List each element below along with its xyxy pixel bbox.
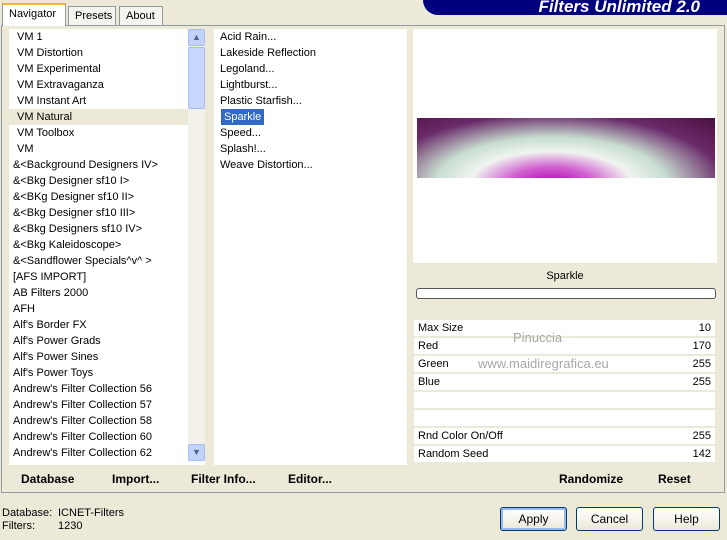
parameter-value: 10 [698,322,711,334]
filters-count-label: Filters: [2,520,35,532]
parameter-label: Rnd Color On/Off [418,430,503,442]
filter-item[interactable]: Plastic Starfish... [214,93,407,109]
scroll-thumb[interactable] [188,47,205,109]
category-item[interactable]: Alf's Power Toys [9,365,205,381]
category-item[interactable]: &<Bkg Designer sf10 III> [9,205,205,221]
filter-item-label: Lakeside Reflection [220,47,317,59]
filter-item-label: Acid Rain... [220,31,277,43]
parameter-slider[interactable]: Max Size 10 [414,320,715,336]
parameter-value: 170 [692,340,711,352]
category-item[interactable]: Andrew's Filter Collection 58 [9,413,205,429]
category-item[interactable]: &<Sandflower Specials^v^ > [9,253,205,269]
category-item[interactable]: VM Experimental [9,61,205,77]
category-item[interactable]: &<Bkg Kaleidoscope> [9,237,205,253]
category-item[interactable]: Andrew's Filter Collection 57 [9,397,205,413]
reset-button[interactable]: Reset [658,472,691,486]
category-item[interactable]: &<BKg Designer sf10 II> [9,189,205,205]
tab-navigator[interactable]: Navigator [2,3,66,26]
filter-item-label: Splash!... [220,143,266,155]
randomize-button[interactable]: Randomize [559,472,623,486]
filter-item-label: Plastic Starfish... [220,95,302,107]
filter-item[interactable]: Acid Rain... [214,29,407,45]
parameter-slider[interactable] [414,392,715,408]
parameter-label: Max Size [418,322,464,334]
filter-item-label: Speed... [220,127,261,139]
editor-button[interactable]: Editor... [288,472,332,486]
preview-image [417,118,715,178]
help-button[interactable]: Help [653,507,720,531]
database-button[interactable]: Database [21,472,74,486]
parameter-label: Blue [418,376,441,388]
parameter-label: Green [418,358,449,370]
filter-item[interactable]: Lightburst... [214,77,407,93]
filter-item[interactable]: Sparkle [214,109,407,125]
filter-item-label: Legoland... [220,63,275,75]
filter-list[interactable]: Acid Rain... Lakeside Reflection Legoland.… [214,29,407,465]
category-list[interactable]: VM 1 VM Distortion VM Experimental VM Extra… [9,29,205,465]
category-item[interactable]: &<Background Designers IV> [9,157,205,173]
parameter-value: 255 [692,376,711,388]
parameter-slider[interactable]: Blue 255 [414,374,715,390]
progress-bar [416,288,716,299]
filter-name-label: Sparkle [546,270,584,282]
parameter-slider[interactable]: Red 170 [414,338,715,354]
filters-count-value: 1230 [58,520,83,532]
category-item[interactable]: Andrew's Filter Collection 56 [9,381,205,397]
parameter-label: Red [418,340,439,352]
database-label: Database: [2,507,53,519]
parameter-label: Random Seed [418,448,489,460]
scroll-down-icon[interactable]: ▼ [188,444,205,461]
parameter-slider[interactable]: Random Seed 142 [414,446,715,462]
filter-item[interactable]: Lakeside Reflection [214,45,407,61]
database-value: ICNET-Filters [58,507,124,519]
tab-presets[interactable]: Presets [68,6,116,26]
parameter-slider[interactable]: Rnd Color On/Off 255 [414,428,715,444]
filter-item-label: Weave Distortion... [220,159,313,171]
category-item[interactable]: VM Instant Art [9,93,205,109]
category-item[interactable]: &<Bkg Designer sf10 I> [9,173,205,189]
preview-area [413,29,717,263]
parameter-value: 255 [692,358,711,370]
category-item[interactable]: VM 1 [9,29,205,45]
category-item[interactable]: VM [9,141,205,157]
category-item[interactable]: Andrew's Filter Collection 62 [9,445,205,461]
filter-item-label: Sparkle [221,109,265,125]
category-item[interactable]: Andrew's Filter Collection 60 [9,429,205,445]
category-scrollbar[interactable]: ▲ ▼ [188,29,205,461]
app-title-banner: Filters Unlimited 2.0 [423,0,727,15]
category-item[interactable]: Alf's Power Sines [9,349,205,365]
scroll-up-icon[interactable]: ▲ [188,29,205,46]
apply-button[interactable]: Apply [500,507,567,531]
parameter-slider[interactable] [414,410,715,426]
category-item[interactable]: [AFS IMPORT] [9,269,205,285]
filter-item[interactable]: Legoland... [214,61,407,77]
category-item[interactable]: Alf's Power Grads [9,333,205,349]
tab-about[interactable]: About [119,6,163,26]
filter-item-label: Lightburst... [220,79,278,91]
parameter-slider[interactable]: Green 255 [414,356,715,372]
cancel-button[interactable]: Cancel [576,507,643,531]
filter-item[interactable]: Weave Distortion... [214,157,407,173]
category-item[interactable]: VM Distortion [9,45,205,61]
parameter-value: 142 [692,448,711,460]
category-item[interactable]: VM Toolbox [9,125,205,141]
category-item[interactable]: AFH [9,301,205,317]
category-item[interactable]: Alf's Border FX [9,317,205,333]
category-item[interactable]: VM Extravaganza [9,77,205,93]
filter-item[interactable]: Splash!... [214,141,407,157]
filter-info-button[interactable]: Filter Info... [191,472,256,486]
category-item[interactable]: &<Bkg Designers sf10 IV> [9,221,205,237]
parameter-value: 255 [692,430,711,442]
import-button[interactable]: Import... [112,472,159,486]
category-item[interactable]: AB Filters 2000 [9,285,205,301]
filter-item[interactable]: Speed... [214,125,407,141]
category-item[interactable]: VM Natural [9,109,205,125]
